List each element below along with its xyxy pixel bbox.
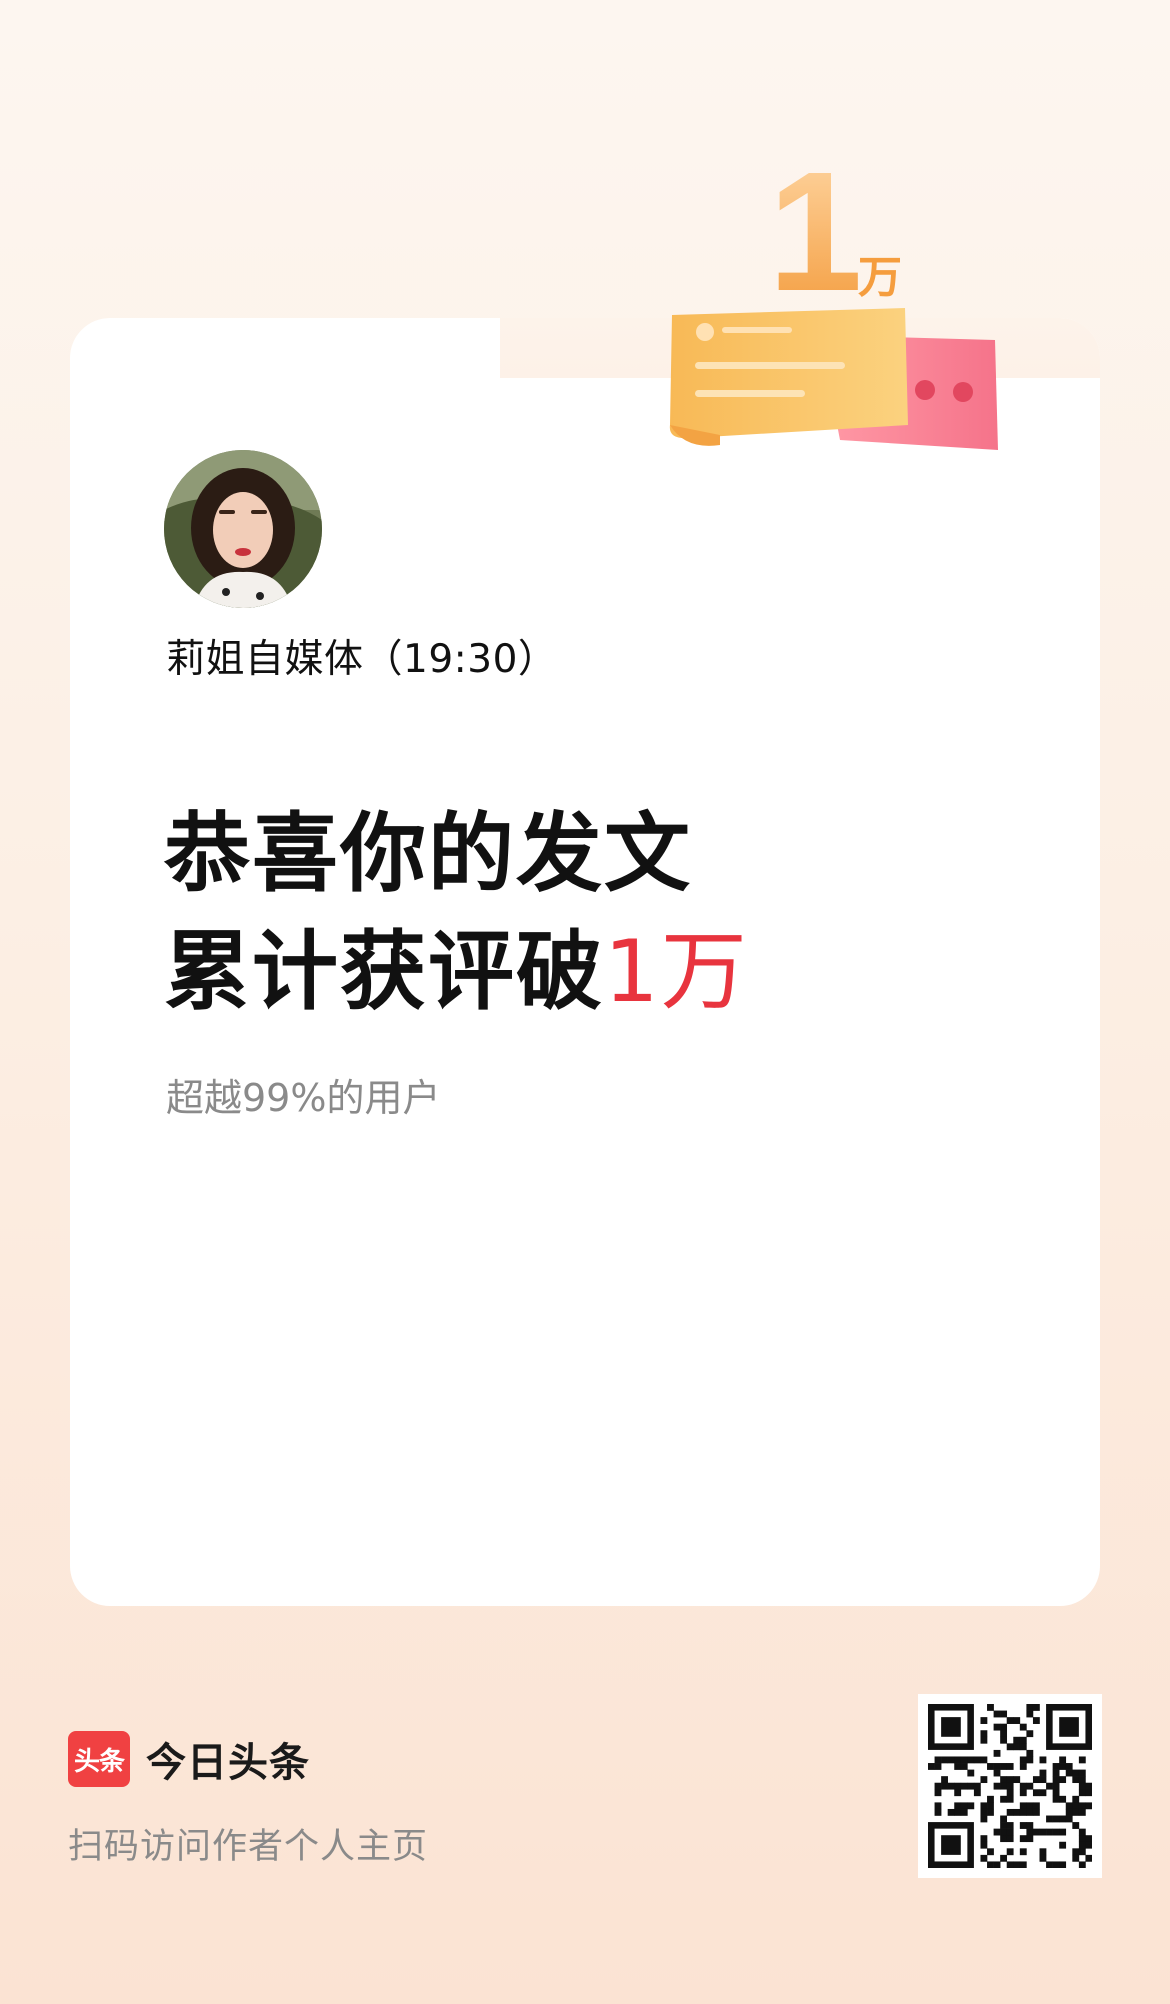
headline-line-2: 累计获评破1万 — [164, 913, 749, 1031]
headline: 恭喜你的发文 累计获评破1万 — [164, 795, 749, 1031]
avatar-photo — [164, 450, 322, 608]
badge-unit: 万 — [858, 252, 902, 303]
headline-accent-count: 1万 — [604, 922, 749, 1022]
percentile-text: 超越99%的用户 — [166, 1076, 441, 1120]
headline-line-1: 恭喜你的发文 — [164, 804, 692, 904]
author-name: 莉姐自媒体（19:30） — [166, 637, 558, 682]
headline-line-2-prefix: 累计获评破 — [164, 922, 604, 1022]
qr-code[interactable] — [918, 1694, 1102, 1878]
badge-number: 1 — [768, 140, 863, 327]
avatar[interactable] — [164, 450, 322, 608]
toutiao-logo-icon: 头条 — [68, 1731, 130, 1787]
milestone-badge-icon: 1 万 — [669, 140, 998, 450]
toutiao-brand: 头条 今日头条 — [68, 1730, 310, 1788]
scan-caption: 扫码访问作者个人主页 — [68, 1827, 429, 1867]
qr-code-pattern — [928, 1704, 1093, 1869]
app-name: 今日头条 — [146, 1740, 310, 1786]
